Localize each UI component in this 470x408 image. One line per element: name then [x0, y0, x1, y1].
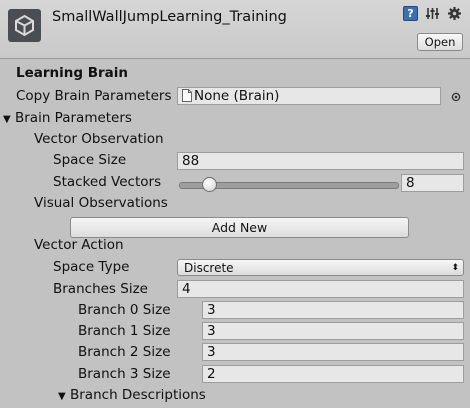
branches-size-label: Branches Size [53, 281, 148, 297]
branch-1-size-label: Branch 1 Size [78, 323, 171, 339]
preset-settings-icon[interactable] [425, 6, 440, 21]
space-type-value: Discrete [184, 261, 234, 275]
branch-0-size-label: Branch 0 Size [78, 302, 171, 318]
dropdown-arrows-icon: ⬍ [451, 263, 459, 273]
stacked-vectors-label: Stacked Vectors [53, 174, 162, 190]
document-icon [182, 89, 192, 104]
unity-asset-icon [8, 9, 41, 42]
branch-3-size-field[interactable]: 2 [202, 365, 464, 383]
copy-brain-parameters-field[interactable]: None (Brain) [177, 87, 441, 105]
space-size-field[interactable]: 88 [177, 152, 464, 170]
brain-parameters-label: Brain Parameters [15, 110, 132, 126]
space-size-label: Space Size [53, 152, 127, 168]
foldout-arrow-icon: ▼ [3, 114, 11, 125]
help-icon[interactable]: ? [403, 6, 418, 21]
branch-3-size-label: Branch 3 Size [78, 366, 171, 382]
branch-2-size-field[interactable]: 3 [202, 343, 464, 361]
add-new-button[interactable]: Add New [70, 217, 409, 238]
branch-descriptions-label: Branch Descriptions [70, 387, 206, 403]
brain-parameters-foldout[interactable]: ▼ Brain Parameters [3, 110, 132, 126]
stacked-vectors-slider-thumb[interactable] [202, 177, 218, 192]
vector-action-label: Vector Action [34, 237, 124, 253]
stacked-vectors-field[interactable]: 8 [401, 174, 464, 192]
space-type-label: Space Type [53, 259, 130, 275]
copy-brain-parameters-value: None (Brain) [194, 88, 280, 104]
foldout-arrow-icon: ▼ [58, 391, 66, 402]
asset-title: SmallWallJumpLearning_Training [52, 9, 287, 25]
vector-observation-label: Vector Observation [34, 131, 164, 147]
copy-brain-parameters-label: Copy Brain Parameters [16, 88, 172, 104]
gear-icon[interactable] [447, 6, 462, 21]
branches-size-field[interactable]: 4 [177, 280, 464, 298]
visual-observations-label: Visual Observations [34, 195, 168, 211]
object-picker-icon[interactable] [451, 91, 461, 106]
branch-1-size-field[interactable]: 3 [202, 322, 464, 340]
branch-0-size-field[interactable]: 3 [202, 301, 464, 319]
inspector-header: SmallWallJumpLearning_Training ? Open [0, 0, 470, 59]
section-title: Learning Brain [16, 65, 129, 81]
branch-descriptions-foldout[interactable]: ▼ Branch Descriptions [58, 387, 206, 403]
space-type-dropdown[interactable]: Discrete ⬍ [177, 259, 464, 276]
branch-2-size-label: Branch 2 Size [78, 344, 171, 360]
open-button[interactable]: Open [417, 33, 463, 51]
